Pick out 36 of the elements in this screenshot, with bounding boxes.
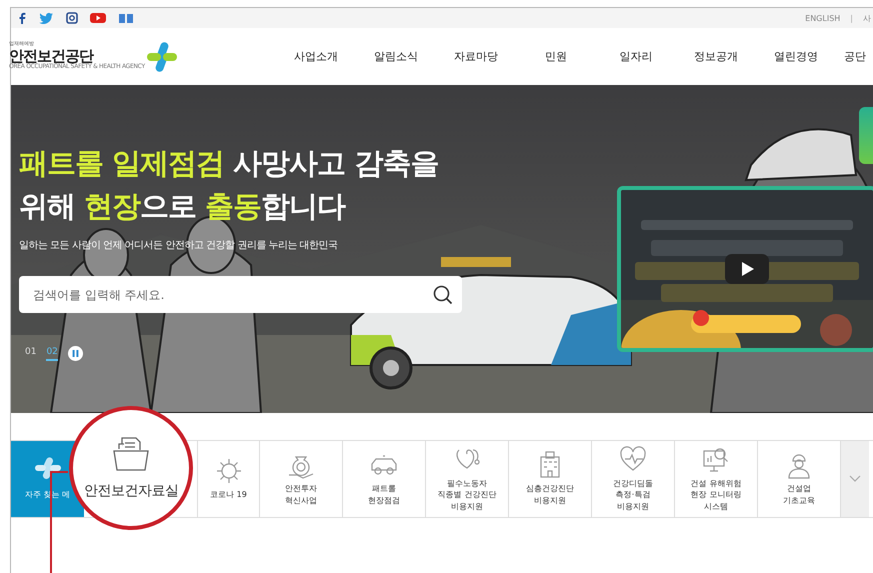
quick-menu-item[interactable]: 심층건강진단 비용지원	[509, 441, 592, 517]
quick-menu-label: 패트롤 현장점검	[368, 483, 400, 507]
quick-menu-item[interactable]: 코로나 19	[198, 441, 260, 517]
book-icon[interactable]	[118, 12, 134, 24]
monitor-search-icon	[702, 446, 730, 474]
nav-link[interactable]: 자료마당	[436, 49, 516, 64]
instagram-icon[interactable]	[66, 12, 78, 24]
nav-link[interactable]: 열린경영	[756, 49, 836, 64]
quick-menu-item[interactable]: 패트롤 현장점검	[343, 441, 426, 517]
quick-menu-label: 코로나 19	[210, 489, 247, 501]
nav-link[interactable]: 공단	[836, 49, 873, 64]
quick-menu-label: 건강디딤돌 측정·특검 비용지원	[613, 478, 653, 512]
quick-menu-label: 필수노동자 직종별 건강진단 비용지원	[438, 478, 496, 512]
nav-link[interactable]: 정보공개	[676, 49, 756, 64]
chevron-down-icon	[849, 475, 861, 483]
facebook-icon[interactable]	[17, 12, 27, 24]
logo-mark-icon	[34, 457, 60, 480]
virus-icon	[214, 457, 242, 486]
nav-link[interactable]: 일자리	[596, 49, 676, 64]
quick-menu-item[interactable]: 건설 유해위험 현장 모니터링 시스템	[675, 441, 758, 517]
logo-mark-icon	[146, 42, 177, 72]
twitter-icon[interactable]	[39, 12, 54, 24]
quick-menu-item[interactable]: 필수노동자 직종별 건강진단 비용지원	[426, 441, 509, 517]
nav-link[interactable]: 알림소식	[356, 49, 436, 64]
quick-menu-label: 건설업 기초교육	[783, 483, 815, 507]
quick-menu-item[interactable]: 건강디딤돌 측정·특검 비용지원	[592, 441, 675, 517]
callout-label: 안전보건자료실	[84, 482, 178, 500]
quick-menu-item[interactable]: 안전투자 혁신사업	[260, 441, 343, 517]
nav-link[interactable]: 민원	[516, 49, 596, 64]
folder-icon	[113, 436, 149, 472]
divider-text: |	[850, 14, 853, 22]
quick-menu-label: 심층건강진단 비용지원	[526, 483, 574, 507]
quick-menu-label: 안전투자 혁신사업	[285, 483, 317, 507]
nav-link[interactable]: 사업소개	[276, 49, 356, 64]
quick-menu-label: 건설 유해위험 현장 모니터링 시스템	[690, 478, 742, 512]
youtube-icon[interactable]	[90, 12, 106, 24]
